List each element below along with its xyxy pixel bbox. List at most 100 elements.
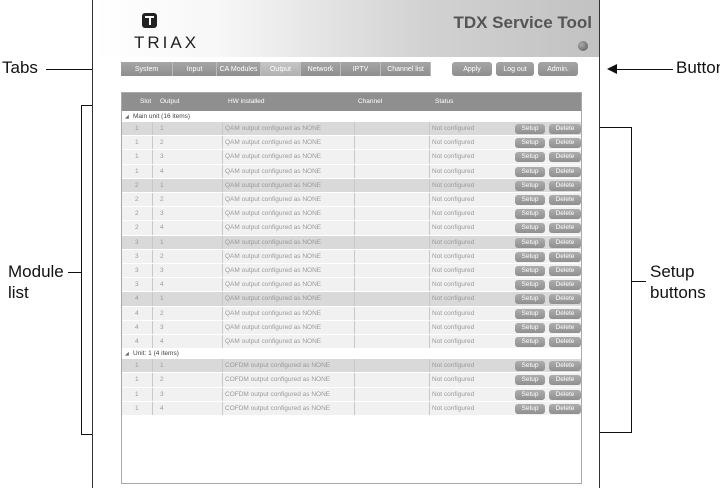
setup-button[interactable]: Setup [515,375,545,386]
delete-button[interactable]: Delete [549,124,581,134]
table-row[interactable]: 2 1 QAM output configured as NONE Not confi… [122,178,581,193]
setup-button[interactable]: Setup [515,337,545,347]
tab-output[interactable]: Output [261,62,301,76]
table-row[interactable]: 1 1 COFDM output configured as NONE Not con… [122,359,581,374]
delete-button[interactable]: Delete [549,389,581,400]
setup-button[interactable]: Setup [515,166,545,177]
tab-iptv[interactable]: IPTV [341,62,381,76]
delete-button[interactable]: Delete [549,195,581,205]
table-row[interactable]: 1 2 QAM output configured as NONE Not confi… [122,136,581,151]
column-divider [222,335,223,349]
collapse-triangle-icon[interactable]: ◢ [125,349,129,359]
setup-button[interactable]: Setup [515,180,545,191]
setup-buttons-annotation-line2: buttons [650,283,706,302]
table-row[interactable]: 4 3 QAM output configured as NONE Not confi… [122,320,581,335]
delete-button[interactable]: Delete [549,209,581,220]
delete-button[interactable]: Delete [549,322,581,333]
delete-button[interactable]: Delete [549,152,581,163]
cell-output: 1 [160,362,164,370]
admin-button[interactable]: Admin. [538,62,578,76]
setup-button[interactable]: Setup [515,209,545,220]
setup-button[interactable]: Setup [515,361,545,372]
table-row[interactable]: 1 2 COFDM output configured as NONE Not con… [122,373,581,388]
setup-button[interactable]: Setup [515,223,545,234]
delete-button[interactable]: Delete [549,266,581,276]
col-output[interactable]: Output [160,98,180,105]
setup-button[interactable]: Setup [515,294,545,305]
setup-button[interactable]: Setup [515,403,545,414]
setup-button[interactable]: Setup [515,124,545,134]
column-divider [354,373,355,387]
table-row[interactable]: 4 1 QAM output configured as NONE Not confi… [122,292,581,307]
table-row[interactable]: 2 4 QAM output configured as NONE Not confi… [122,221,581,236]
column-divider [222,150,223,164]
cell-hw-installed: QAM output configured as NONE [225,281,322,289]
column-divider [152,164,153,178]
setup-button[interactable]: Setup [515,152,545,163]
delete-button[interactable]: Delete [549,375,581,386]
table-row[interactable]: 1 3 COFDM output configured as NONE Not con… [122,387,581,402]
column-divider [429,401,430,415]
delete-button[interactable]: Delete [549,251,581,262]
delete-button[interactable]: Delete [549,361,581,372]
delete-button[interactable]: Delete [549,180,581,191]
delete-button[interactable]: Delete [549,280,581,291]
column-divider [429,207,430,221]
table-header: Slot Output HW installed Channel Status [122,93,581,111]
group-header[interactable]: ◢ Unit: 1 (4 items) [122,349,581,360]
column-divider [354,387,355,401]
table-row[interactable]: 3 1 QAM output configured as NONE Not confi… [122,235,581,250]
column-divider [429,306,430,320]
setup-button[interactable]: Setup [515,280,545,291]
col-status[interactable]: Status [435,98,453,105]
cell-hw-installed: QAM output configured as NONE [225,252,322,260]
delete-button[interactable]: Delete [549,223,581,234]
delete-button[interactable]: Delete [549,166,581,177]
col-hw-installed[interactable]: HW installed [228,98,264,105]
setup-button[interactable]: Setup [515,195,545,205]
cell-status: Not configured [432,362,475,370]
col-slot[interactable]: Slot [140,98,151,105]
column-divider [152,193,153,207]
col-channel[interactable]: Channel [358,98,382,105]
logout-button[interactable]: Log out [496,62,534,76]
setup-button[interactable]: Setup [515,389,545,400]
delete-button[interactable]: Delete [549,403,581,414]
setup-button[interactable]: Setup [515,251,545,262]
apply-button[interactable]: Apply [452,62,492,76]
table-row[interactable]: 1 4 QAM output configured as NONE Not confi… [122,164,581,179]
table-row[interactable]: 3 3 QAM output configured as NONE Not confi… [122,264,581,279]
collapse-triangle-icon[interactable]: ◢ [125,112,129,122]
table-row[interactable]: 2 3 QAM output configured as NONE Not confi… [122,207,581,222]
tab-network[interactable]: Network [301,62,341,76]
cell-status: Not configured [432,390,475,398]
tab-system[interactable]: System [121,62,173,76]
table-row[interactable]: 4 4 QAM output configured as NONE Not confi… [122,335,581,350]
cell-output: 2 [160,309,164,317]
table-row[interactable]: 3 2 QAM output configured as NONE Not confi… [122,249,581,264]
tab-channel-list[interactable]: Channel list [381,62,431,76]
tab-input[interactable]: Input [173,62,217,76]
table-row[interactable]: 3 4 QAM output configured as NONE Not confi… [122,278,581,293]
table-row[interactable]: 1 1 QAM output configured as NONE Not confi… [122,122,581,137]
table-row[interactable]: 1 3 QAM output configured as NONE Not confi… [122,150,581,165]
delete-button[interactable]: Delete [549,308,581,319]
column-divider [354,359,355,373]
delete-button[interactable]: Delete [549,337,581,347]
delete-button[interactable]: Delete [549,294,581,305]
column-divider [429,335,430,349]
setup-button[interactable]: Setup [515,237,545,248]
tab-ca-modules[interactable]: CA Modules [217,62,261,76]
setup-button[interactable]: Setup [515,138,545,149]
table-row[interactable]: 1 4 COFDM output configured as NONE Not con… [122,401,581,416]
table-row[interactable]: 4 2 QAM output configured as NONE Not confi… [122,306,581,321]
setup-button[interactable]: Setup [515,308,545,319]
group-header[interactable]: ◢ Main unit (16 items) [122,112,581,122]
table-row[interactable]: 2 2 QAM output configured as NONE Not confi… [122,193,581,208]
delete-button[interactable]: Delete [549,237,581,248]
delete-button[interactable]: Delete [549,138,581,149]
cell-hw-installed: COFDM output configured as NONE [225,404,331,412]
setup-button[interactable]: Setup [515,266,545,276]
setup-button[interactable]: Setup [515,322,545,333]
cell-slot: 1 [135,153,139,161]
